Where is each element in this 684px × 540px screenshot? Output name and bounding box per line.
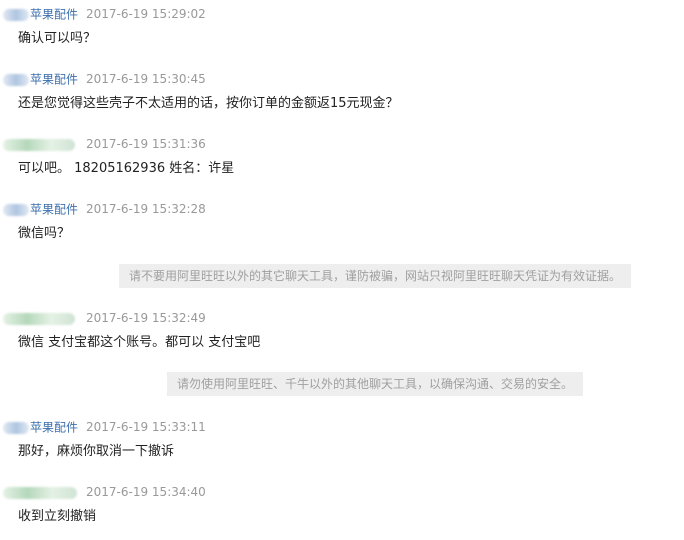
message-timestamp: 2017-6-19 15:31:36 <box>86 137 206 151</box>
blurred-name <box>3 421 29 434</box>
system-notice: 请勿使用阿里旺旺、千牛以外的其他聊天工具，以确保沟通、交易的安全。 <box>167 372 583 396</box>
blurred-name <box>3 486 77 499</box>
message-text: 收到立刻撤销 <box>18 509 97 524</box>
blurred-name <box>3 8 29 21</box>
sender-name[interactable] <box>3 309 76 327</box>
message-timestamp: 2017-6-19 15:30:45 <box>86 72 206 86</box>
message-text: 那好，麻烦你取消一下撤诉 <box>18 444 175 459</box>
message-header: 苹果配件 2017-6-19 15:30:45 <box>0 70 684 88</box>
message-text: 可以吧。 18205162936 姓名：许星 <box>18 161 235 176</box>
sender-name[interactable] <box>3 135 76 153</box>
message-timestamp: 2017-6-19 15:33:11 <box>86 420 206 434</box>
blurred-name <box>3 138 75 151</box>
chat-history: 苹果配件 2017-6-19 15:29:02 确认可以吗？ 苹果配件 2017… <box>0 0 684 540</box>
blurred-name <box>3 73 29 86</box>
sender-name[interactable]: 苹果配件 <box>3 70 78 88</box>
sender-name[interactable]: 苹果配件 <box>3 418 78 436</box>
message-timestamp: 2017-6-19 15:32:49 <box>86 311 206 325</box>
message-text: 确认可以吗？ <box>18 31 97 46</box>
message-timestamp: 2017-6-19 15:32:28 <box>86 202 206 216</box>
message-header: 2017-6-19 15:31:36 <box>0 135 684 153</box>
blurred-name <box>3 312 75 325</box>
message-header: 苹果配件 2017-6-19 15:33:11 <box>0 418 684 436</box>
message-text: 微信 支付宝都这个账号。都可以 支付宝吧 <box>18 335 261 350</box>
message-timestamp: 2017-6-19 15:29:02 <box>86 7 206 21</box>
system-notice: 请不要用阿里旺旺以外的其它聊天工具，谨防被骗，网站只视阿里旺旺聊天凭证为有效证据… <box>119 264 631 288</box>
message-timestamp: 2017-6-19 15:34:40 <box>86 485 206 499</box>
message-header: 苹果配件 2017-6-19 15:29:02 <box>0 5 684 23</box>
message-header: 2017-6-19 15:32:49 <box>0 309 684 327</box>
message-text: 还是您觉得这些壳子不太适用的话，按你订单的金额返15元现金？ <box>18 96 399 111</box>
message-header: 苹果配件 2017-6-19 15:32:28 <box>0 200 684 218</box>
message-text: 微信吗？ <box>18 226 71 241</box>
blurred-name <box>3 203 29 216</box>
sender-name[interactable]: 苹果配件 <box>3 5 78 23</box>
sender-name[interactable] <box>3 483 78 501</box>
sender-name[interactable]: 苹果配件 <box>3 200 78 218</box>
message-header: 2017-6-19 15:34:40 <box>0 483 684 501</box>
